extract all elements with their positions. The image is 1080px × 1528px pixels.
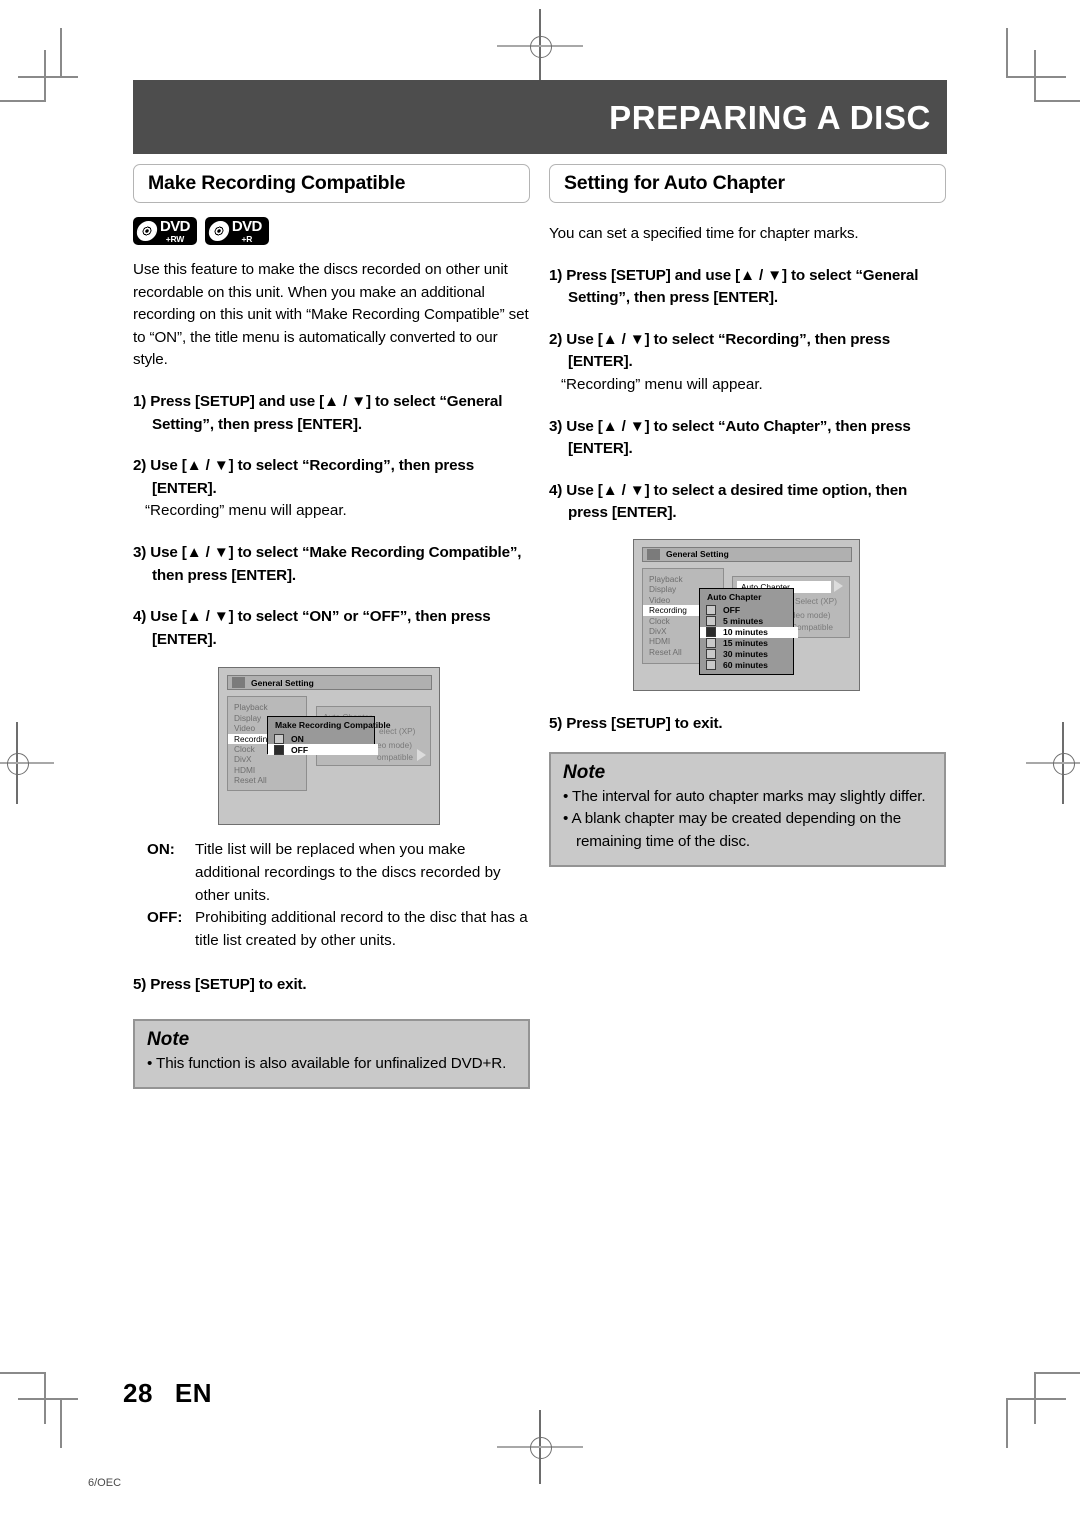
definition-off: OFF: Prohibiting additional record to th… [133, 907, 530, 952]
definition-on: ON: Title list will be replaced when you… [133, 839, 530, 907]
page-language: EN [174, 1378, 213, 1408]
page-banner: PREPARING A DISC [133, 80, 947, 154]
checkbox-unchecked-icon [706, 649, 716, 660]
osd-screenshot-auto-chapter: General Setting Playback Display Video R… [633, 538, 860, 691]
osd-nav-hdmi[interactable]: HDMI [234, 765, 306, 775]
osd-panel-row-video-mode[interactable]: ideo mode) [789, 610, 831, 620]
osd-panel-row-video-mode[interactable]: eo mode) [377, 740, 412, 750]
note-header: Note [563, 761, 606, 783]
step-4: 4) Use [▲ / ▼] to select “ON” or “OFF”, … [133, 608, 491, 648]
osd-nav-playback[interactable]: Playback [234, 702, 306, 712]
osd-popup-title: Auto Chapter [707, 591, 762, 602]
checkbox-unchecked-icon [706, 660, 716, 671]
step-2: 2) Use [▲ / ▼] to select “Recording”, th… [133, 457, 475, 497]
osd-option-label: ON [291, 733, 304, 744]
osd-screenshot-make-recording-compatible: General Setting Playback Display Video R… [218, 667, 440, 826]
on-off-definition-list: ON: Title list will be replaced when you… [133, 839, 530, 952]
osd-nav-reset-all[interactable]: Reset All [234, 775, 306, 785]
intro-paragraph: Use this feature to make the discs recor… [133, 261, 529, 369]
badge-sub-label: +R [241, 233, 253, 244]
checkbox-checked-icon [706, 627, 716, 638]
osd-nav-playback[interactable]: Playback [649, 574, 723, 584]
page-number: 28 [123, 1378, 153, 1408]
disc-icon [207, 221, 231, 241]
section-title: Setting for Auto Chapter [564, 172, 785, 194]
definition-key: OFF: [147, 909, 183, 927]
step-4: 4) Use [▲ / ▼] to select a desired time … [549, 481, 908, 522]
definition-value: Prohibiting additional record to the dis… [195, 909, 528, 949]
note-item: A blank chapter may be created depending… [563, 808, 932, 853]
osd-option-15-minutes[interactable]: 15 minutes [700, 638, 793, 649]
note-box-right: Note The interval for auto chapter marks… [549, 751, 946, 868]
osd-popup-make-recording-compatible: Make Recording Compatible ON OFF [267, 716, 391, 756]
intro-paragraph: You can set a specified time for chapter… [549, 225, 859, 242]
chevron-right-icon [834, 579, 843, 592]
disc-format-badges: DVD +RW DVD +R [133, 217, 530, 245]
note-header: Note [147, 1028, 190, 1050]
step-3: 3) Use [▲ / ▼] to select “Auto Chapter”,… [549, 417, 911, 458]
osd-option-label: 10 minutes [723, 627, 768, 638]
osd-option-60-minutes[interactable]: 60 minutes [700, 660, 793, 671]
chevron-right-icon [417, 749, 426, 762]
badge-sub-label: +RW [165, 233, 185, 244]
osd-option-on[interactable]: ON [268, 733, 374, 744]
section-title: Make Recording Compatible [148, 172, 406, 194]
osd-window-title: General Setting [251, 677, 314, 688]
checkbox-unchecked-icon [274, 733, 284, 744]
checkbox-unchecked-icon [706, 616, 716, 627]
osd-option-label: 5 minutes [723, 616, 764, 627]
osd-panel-row-select-xp[interactable]: Select (XP) [795, 596, 837, 606]
page-number-block: 28 EN [123, 1378, 212, 1409]
step-1: 1) Press [SETUP] and use [▲ / ▼] to sele… [133, 392, 503, 433]
step-2: 2) Use [▲ / ▼] to select “Recording”, th… [549, 330, 891, 371]
osd-option-off[interactable]: OFF [268, 744, 378, 756]
right-column: Setting for Auto Chapter You can set a s… [549, 164, 946, 868]
osd-option-label: 60 minutes [723, 660, 768, 671]
step-5: 5) Press [SETUP] to exit. [549, 714, 723, 732]
checkbox-checked-icon [274, 744, 284, 755]
note-item: The interval for auto chapter marks may … [563, 786, 932, 809]
osd-popup-auto-chapter: Auto Chapter OFF 5 minutes 10 minutes 15… [699, 587, 798, 675]
section-header-make-recording-compatible: Make Recording Compatible [133, 164, 530, 203]
osd-panel-row-compatible[interactable]: ompatible [377, 752, 413, 762]
osd-title-bar: General Setting [227, 675, 432, 691]
definition-key: ON: [147, 841, 175, 859]
osd-option-label: OFF [291, 744, 309, 755]
disc-icon [135, 221, 159, 241]
footer-code: 6/OEC [88, 1477, 122, 1489]
dvd-plus-r-badge: DVD +R [204, 217, 269, 245]
note-item: This function is also available for unfi… [147, 1053, 516, 1076]
osd-window-icon [232, 677, 245, 689]
step-2-note: “Recording” menu will appear. [145, 502, 347, 520]
section-header-setting-for-auto-chapter: Setting for Auto Chapter [549, 164, 946, 203]
step-5: 5) Press [SETUP] to exit. [133, 976, 307, 994]
osd-window-icon [647, 548, 660, 560]
checkbox-unchecked-icon [706, 605, 716, 616]
osd-popup-title: Make Recording Compatible [275, 720, 391, 731]
osd-window-title: General Setting [666, 549, 729, 560]
left-column: Make Recording Compatible DVD +RW DVD +R… [133, 164, 530, 1090]
badge-main-label: DVD [160, 217, 190, 235]
osd-option-30-minutes[interactable]: 30 minutes [700, 649, 793, 660]
osd-option-label: OFF [723, 605, 741, 616]
checkbox-unchecked-icon [706, 638, 716, 649]
note-box-left: Note This function is also available for… [133, 1018, 530, 1090]
osd-option-10-minutes[interactable]: 10 minutes [700, 626, 798, 638]
step-1: 1) Press [SETUP] and use [▲ / ▼] to sele… [549, 266, 919, 307]
dvd-plus-rw-badge: DVD +RW [133, 217, 197, 245]
osd-option-5-minutes[interactable]: 5 minutes [700, 616, 793, 627]
definition-value: Title list will be replaced when you mak… [195, 841, 501, 904]
osd-title-bar: General Setting [642, 546, 852, 562]
osd-option-label: 30 minutes [723, 649, 768, 660]
step-2-note: “Recording” menu will appear. [561, 375, 763, 393]
badge-main-label: DVD [231, 217, 262, 235]
step-3: 3) Use [▲ / ▼] to select “Make Recording… [133, 543, 522, 584]
osd-option-off[interactable]: OFF [700, 605, 793, 616]
osd-option-label: 15 minutes [723, 638, 768, 649]
page-title: PREPARING A DISC [609, 98, 931, 136]
